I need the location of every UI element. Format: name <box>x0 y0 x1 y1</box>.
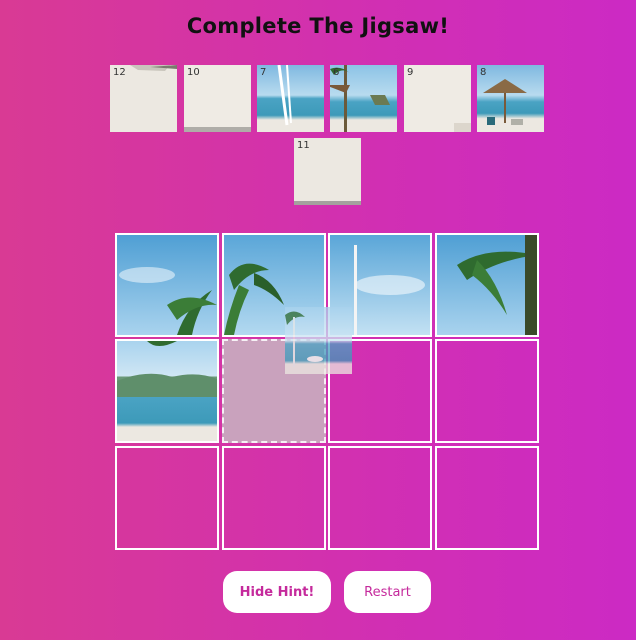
piece-image <box>330 65 397 132</box>
piece-number: 11 <box>297 140 310 151</box>
tray-piece-6[interactable]: 6 <box>330 65 397 132</box>
piece-number: 12 <box>113 67 126 78</box>
piece-image <box>404 65 471 132</box>
dragging-piece[interactable] <box>285 307 352 374</box>
tray-piece-10[interactable]: 10 <box>184 65 251 132</box>
piece-image <box>437 235 537 335</box>
page-title: Complete The Jigsaw! <box>186 14 450 38</box>
tray-piece-7[interactable]: 7 <box>257 65 324 132</box>
piece-number: 7 <box>260 67 267 78</box>
board-cell[interactable] <box>435 339 539 443</box>
board-cell[interactable] <box>115 233 219 337</box>
tray-piece-9[interactable]: 9 <box>404 65 471 132</box>
board-cell[interactable] <box>222 446 326 550</box>
piece-number: 8 <box>480 67 487 78</box>
board-cell[interactable] <box>328 446 432 550</box>
piece-number: 6 <box>333 67 340 78</box>
board-cell[interactable] <box>435 446 539 550</box>
piece-image <box>117 235 217 335</box>
tray-piece-8[interactable]: 8 <box>477 65 544 132</box>
piece-image <box>477 65 544 132</box>
tray-piece-12[interactable]: 12 <box>110 65 177 132</box>
tray-piece-11[interactable]: 11 <box>294 138 361 205</box>
board-cell[interactable] <box>115 339 219 443</box>
piece-number: 10 <box>187 67 200 78</box>
board-cell[interactable] <box>115 446 219 550</box>
piece-image <box>285 307 352 374</box>
piece-image <box>117 341 217 441</box>
piece-number: 9 <box>407 67 414 78</box>
board-cell[interactable] <box>435 233 539 337</box>
piece-image <box>257 65 324 132</box>
hide-hint-button[interactable]: Hide Hint! <box>223 571 331 613</box>
restart-button[interactable]: Restart <box>344 571 431 613</box>
